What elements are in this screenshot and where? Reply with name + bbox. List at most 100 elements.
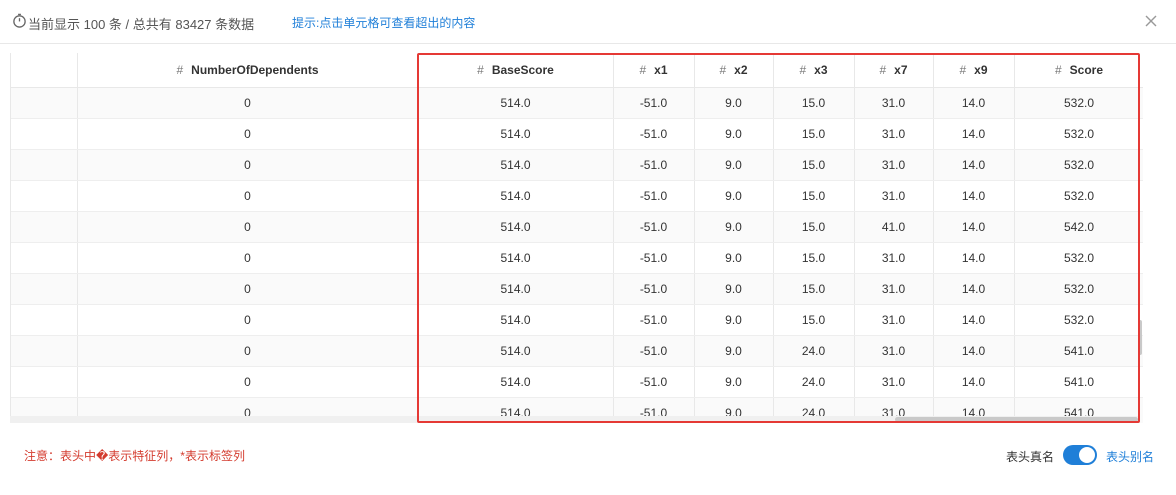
toggle-label-real-name[interactable]: 表头真名 (1006, 448, 1054, 465)
table-cell[interactable]: -51.0 (613, 211, 695, 243)
table-cell[interactable]: 541.0 (1014, 366, 1143, 398)
table-cell[interactable] (11, 211, 78, 243)
table-cell[interactable]: -51.0 (613, 304, 695, 336)
table-cell[interactable]: 0 (77, 211, 419, 243)
table-cell[interactable]: 514.0 (418, 180, 614, 212)
table-cell[interactable]: -51.0 (613, 180, 695, 212)
table-cell[interactable]: 532.0 (1014, 273, 1143, 305)
table-cell[interactable] (11, 149, 78, 181)
table-cell[interactable]: 31.0 (854, 273, 934, 305)
table-cell[interactable]: -51.0 (613, 366, 695, 398)
table-cell[interactable]: 14.0 (933, 366, 1015, 398)
table-cell[interactable]: 31.0 (854, 304, 934, 336)
column-header-x3[interactable]: # x3 (773, 53, 855, 88)
table-cell[interactable]: 31.0 (854, 335, 934, 367)
toggle-label-alias[interactable]: 表头别名 (1106, 448, 1154, 465)
column-header-score[interactable]: # Score (1014, 53, 1143, 88)
column-header-basescore[interactable]: # BaseScore (418, 53, 614, 88)
table-cell[interactable]: 9.0 (694, 149, 774, 181)
column-header-index[interactable] (11, 53, 78, 88)
column-header-numberofdependents[interactable]: # NumberOfDependents (77, 53, 419, 88)
table-cell[interactable]: 532.0 (1014, 149, 1143, 181)
table-cell[interactable]: 14.0 (933, 149, 1015, 181)
table-cell[interactable]: 0 (77, 304, 419, 336)
table-cell[interactable] (11, 87, 78, 119)
table-cell[interactable]: 15.0 (773, 211, 855, 243)
table-cell[interactable]: 14.0 (933, 335, 1015, 367)
table-cell[interactable]: -51.0 (613, 335, 695, 367)
column-header-x1[interactable]: # x1 (613, 53, 695, 88)
table-cell[interactable]: 514.0 (418, 335, 614, 367)
table-cell[interactable] (11, 335, 78, 367)
table-cell[interactable]: 14.0 (933, 304, 1015, 336)
horizontal-scrollbar[interactable] (10, 416, 1138, 423)
table-cell[interactable]: 514.0 (418, 273, 614, 305)
table-cell[interactable]: 532.0 (1014, 304, 1143, 336)
table-cell[interactable]: 9.0 (694, 211, 774, 243)
table-cell[interactable]: -51.0 (613, 273, 695, 305)
table-cell[interactable]: 514.0 (418, 118, 614, 150)
table-cell[interactable]: 9.0 (694, 335, 774, 367)
table-cell[interactable]: 31.0 (854, 366, 934, 398)
table-cell[interactable]: 514.0 (418, 149, 614, 181)
table-cell[interactable]: 9.0 (694, 304, 774, 336)
table-cell[interactable]: 0 (77, 180, 419, 212)
table-cell[interactable]: 0 (77, 335, 419, 367)
header-name-toggle[interactable] (1063, 445, 1097, 465)
table-cell[interactable]: 0 (77, 87, 419, 119)
data-table-container[interactable]: # NumberOfDependents # BaseScore # x1 # x2 # x3 # x… (10, 53, 1143, 423)
table-cell[interactable]: 514.0 (418, 211, 614, 243)
table-cell[interactable]: 532.0 (1014, 87, 1143, 119)
table-cell[interactable]: 0 (77, 149, 419, 181)
table-cell[interactable]: 15.0 (773, 304, 855, 336)
table-cell[interactable]: -51.0 (613, 118, 695, 150)
table-cell[interactable]: 15.0 (773, 87, 855, 119)
table-cell[interactable]: 15.0 (773, 273, 855, 305)
column-header-x2[interactable]: # x2 (694, 53, 774, 88)
table-cell[interactable]: 14.0 (933, 242, 1015, 274)
table-cell[interactable]: 0 (77, 118, 419, 150)
table-cell[interactable]: 0 (77, 273, 419, 305)
table-cell[interactable]: 514.0 (418, 366, 614, 398)
vertical-scrollbar-thumb[interactable] (1138, 320, 1142, 355)
table-cell[interactable]: 31.0 (854, 118, 934, 150)
table-cell[interactable]: 532.0 (1014, 118, 1143, 150)
table-cell[interactable]: 514.0 (418, 242, 614, 274)
table-cell[interactable]: -51.0 (613, 242, 695, 274)
close-icon[interactable] (1140, 10, 1162, 32)
table-cell[interactable]: -51.0 (613, 87, 695, 119)
table-cell[interactable] (11, 118, 78, 150)
table-cell[interactable]: 15.0 (773, 242, 855, 274)
table-cell[interactable]: 14.0 (933, 211, 1015, 243)
table-cell[interactable]: 15.0 (773, 149, 855, 181)
table-cell[interactable]: 15.0 (773, 180, 855, 212)
table-cell[interactable] (11, 273, 78, 305)
table-cell[interactable] (11, 242, 78, 274)
table-cell[interactable]: 542.0 (1014, 211, 1143, 243)
table-cell[interactable]: 41.0 (854, 211, 934, 243)
table-cell[interactable]: 14.0 (933, 180, 1015, 212)
horizontal-scrollbar-thumb[interactable] (895, 417, 1138, 422)
table-cell[interactable]: 31.0 (854, 149, 934, 181)
table-cell[interactable]: 31.0 (854, 180, 934, 212)
table-cell[interactable]: 24.0 (773, 366, 855, 398)
table-cell[interactable] (11, 180, 78, 212)
table-cell[interactable]: 9.0 (694, 273, 774, 305)
table-cell[interactable]: 14.0 (933, 118, 1015, 150)
table-cell[interactable]: 514.0 (418, 87, 614, 119)
table-cell[interactable] (11, 366, 78, 398)
table-cell[interactable]: 31.0 (854, 87, 934, 119)
table-cell[interactable]: 9.0 (694, 87, 774, 119)
table-cell[interactable]: 532.0 (1014, 242, 1143, 274)
table-cell[interactable]: 9.0 (694, 242, 774, 274)
table-cell[interactable]: 541.0 (1014, 335, 1143, 367)
table-cell[interactable]: 9.0 (694, 366, 774, 398)
table-cell[interactable]: 9.0 (694, 180, 774, 212)
table-cell[interactable]: 0 (77, 242, 419, 274)
table-cell[interactable]: 9.0 (694, 118, 774, 150)
column-header-x9[interactable]: # x9 (933, 53, 1015, 88)
table-cell[interactable]: 31.0 (854, 242, 934, 274)
table-cell[interactable]: 514.0 (418, 304, 614, 336)
table-cell[interactable]: -51.0 (613, 149, 695, 181)
table-cell[interactable]: 24.0 (773, 335, 855, 367)
